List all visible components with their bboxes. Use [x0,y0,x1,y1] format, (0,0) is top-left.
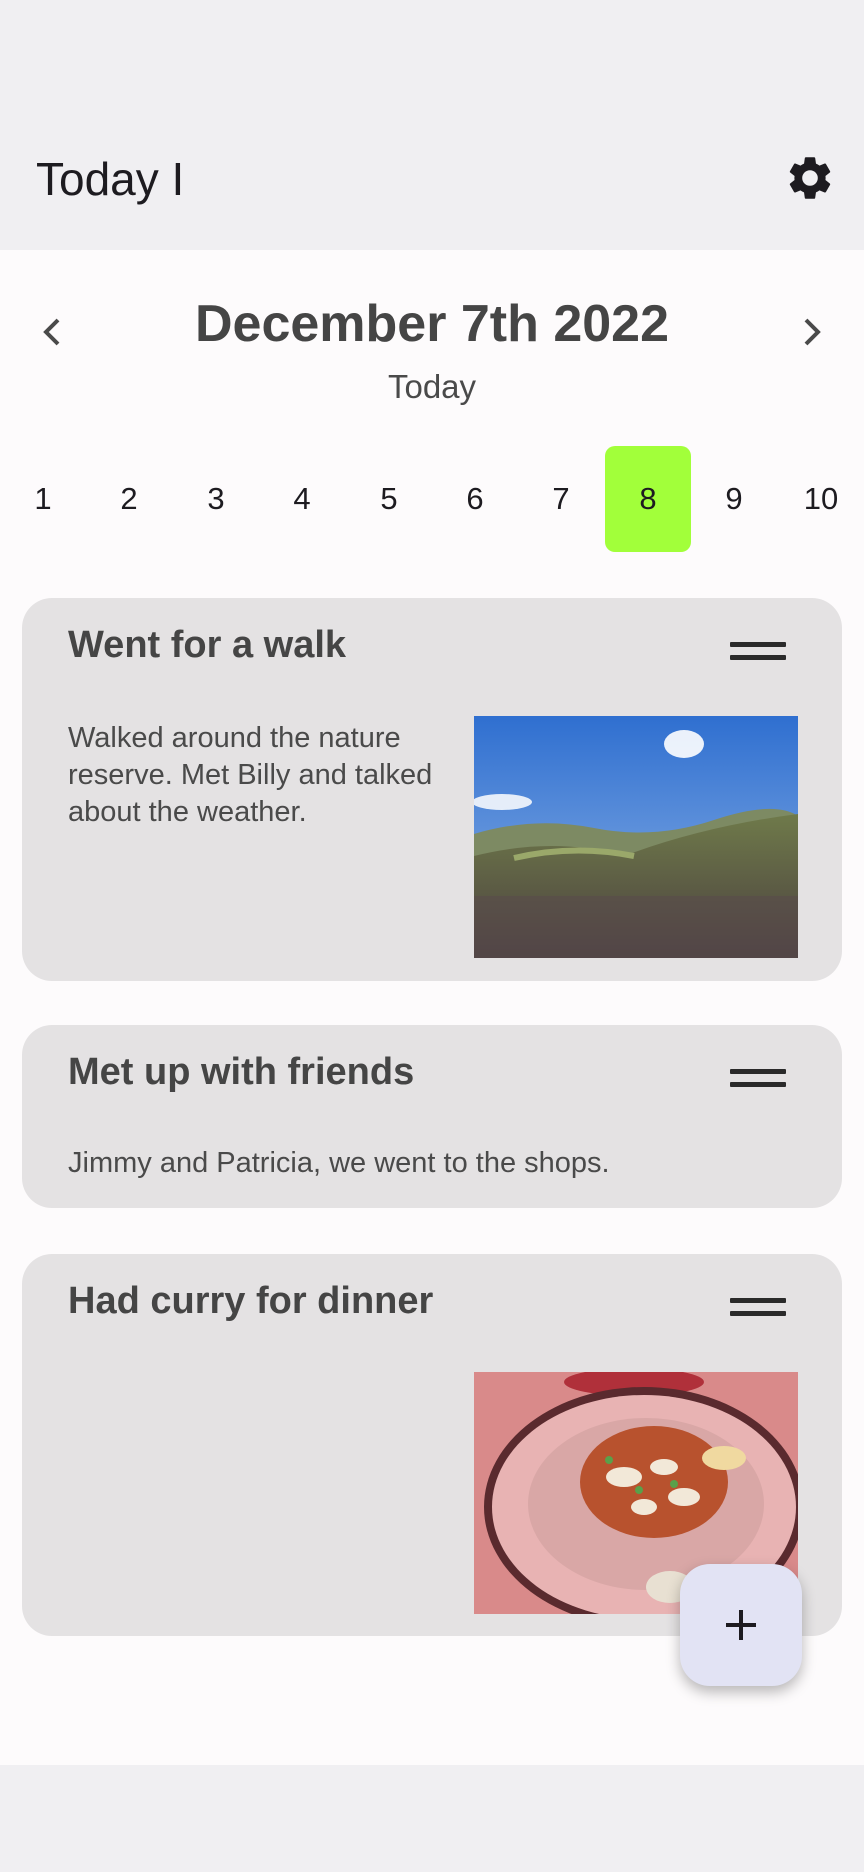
drag-handle-icon[interactable] [730,1298,786,1320]
day-item[interactable]: 10 [778,446,864,552]
day-selector: 1 2 3 4 5 6 7 8 9 10 [0,446,864,552]
landscape-photo [474,716,798,958]
day-item[interactable]: 9 [691,446,777,552]
bottom-navigation-area [0,1765,864,1872]
add-entry-button[interactable] [680,1564,802,1686]
day-item[interactable]: 2 [86,446,172,552]
day-item[interactable]: 3 [173,446,259,552]
plus-icon [726,1610,756,1640]
relative-date-label: Today [387,368,477,405]
day-item[interactable]: 6 [432,446,518,552]
drag-handle-icon[interactable] [730,642,786,664]
app-title: Today I [36,153,185,205]
drag-handle-icon[interactable] [730,1069,786,1091]
settings-button[interactable] [784,152,836,204]
entry-title: Went for a walk [68,624,347,666]
day-item[interactable]: 1 [0,446,86,552]
day-item[interactable]: 4 [259,446,345,552]
entry-text: Walked around the nature reserve. Met Bi… [68,722,433,828]
chevron-right-icon [804,318,821,346]
day-item-selected[interactable]: 8 [605,446,691,552]
app-bar: Today I [0,110,864,250]
next-day-button[interactable] [790,310,834,354]
day-item[interactable]: 7 [518,446,604,552]
entry-card[interactable]: Went for a walk Walked around the nature… [22,598,842,981]
main-content: December 7th 2022 Today 1 2 3 4 5 6 7 8 … [0,250,864,1765]
date-title: December 7th 2022 [194,295,670,353]
entry-title: Met up with friends [68,1051,415,1093]
gear-icon [789,157,831,199]
entry-card[interactable]: Met up with friends Jimmy and Patricia, … [22,1025,842,1208]
day-item[interactable]: 5 [346,446,432,552]
entry-title: Had curry for dinner [68,1280,434,1322]
status-bar [0,0,864,110]
entry-text: Jimmy and Patricia, we went to the shops… [68,1147,610,1179]
